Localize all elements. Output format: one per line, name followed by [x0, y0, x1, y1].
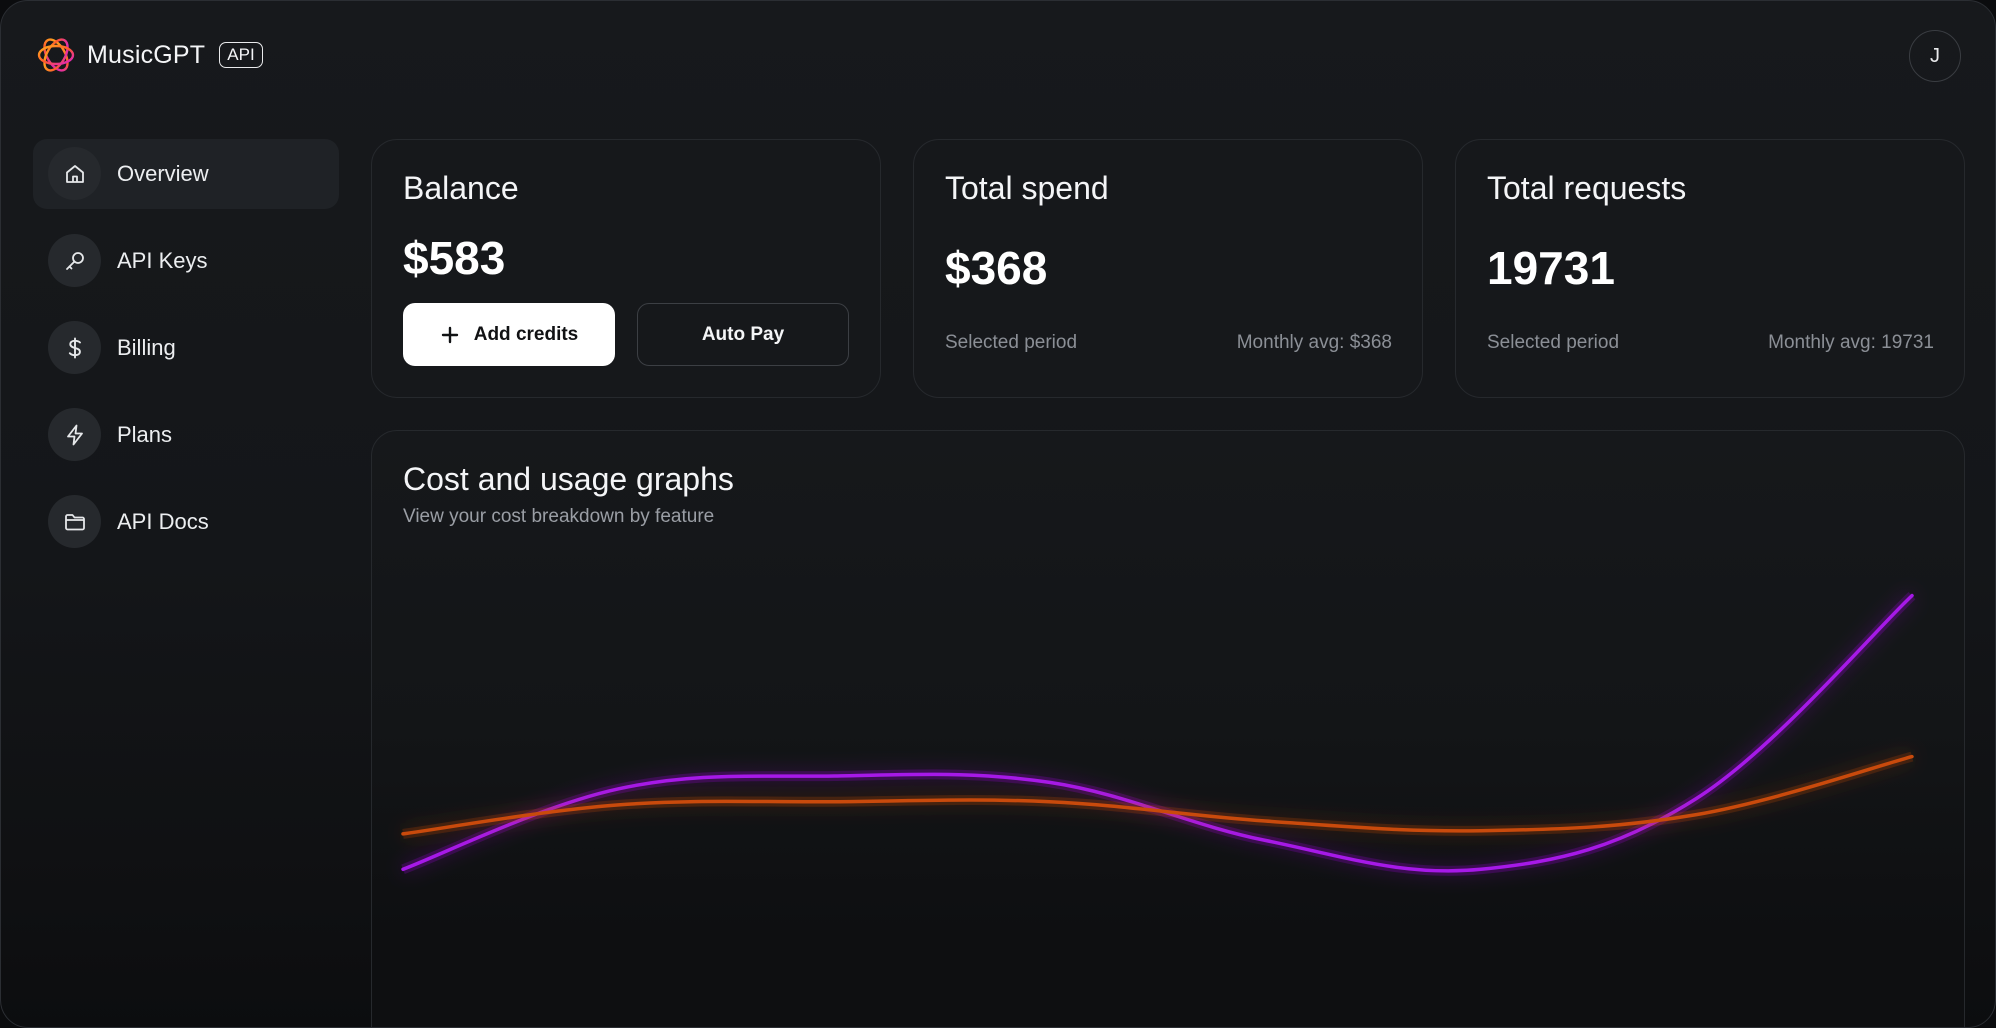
- series-1-line: [401, 593, 1914, 873]
- top-bar: MusicGPT API J: [1, 1, 1995, 107]
- auto-pay-button[interactable]: Auto Pay: [637, 303, 849, 366]
- balance-title: Balance: [403, 170, 519, 206]
- app-window: MusicGPT API J Overview API Keys Billing…: [0, 0, 1996, 1028]
- usage-line-chart: [401, 591, 1916, 876]
- balance-card: Balance $583 Add credits Auto Pay: [371, 139, 881, 398]
- total-spend-card: Total spend $368 Selected period Monthly…: [913, 139, 1423, 398]
- sidebar-item-label: Plans: [117, 422, 173, 447]
- total-spend-title: Total spend: [945, 170, 1109, 206]
- total-requests-value: 19731: [1487, 242, 1615, 294]
- sidebar-item-overview[interactable]: Overview: [33, 139, 339, 209]
- user-avatar[interactable]: J: [1909, 30, 1961, 82]
- spend-monthly-avg: Monthly avg: $368: [1236, 332, 1392, 353]
- sidebar-item-api-keys[interactable]: API Keys: [33, 226, 339, 296]
- musicgpt-logo-icon: [37, 38, 75, 72]
- auto-pay-label: Auto Pay: [701, 323, 785, 345]
- key-icon: [48, 234, 101, 287]
- sidebar-item-label: API Docs: [117, 509, 209, 534]
- requests-period-label: Selected period: [1487, 332, 1620, 353]
- cost-usage-graph-card: Cost and usage graphs View your cost bre…: [371, 430, 1965, 1027]
- sidebar-item-api-docs[interactable]: API Docs: [33, 487, 339, 557]
- balance-value: $583: [403, 232, 506, 284]
- dollar-icon: [48, 321, 101, 374]
- series-2-line: [401, 754, 1914, 836]
- home-icon: [48, 147, 101, 200]
- sidebar-item-label: Billing: [117, 335, 176, 360]
- add-credits-button[interactable]: Add credits: [403, 303, 615, 366]
- total-requests-card: Total requests 19731 Selected period Mon…: [1455, 139, 1965, 398]
- plus-icon: [441, 326, 458, 343]
- spend-period-label: Selected period: [945, 332, 1078, 353]
- requests-monthly-avg: Monthly avg: 19731: [1768, 332, 1934, 353]
- user-initial: J: [1930, 44, 1940, 67]
- api-badge: API: [219, 42, 263, 68]
- total-requests-title: Total requests: [1487, 170, 1687, 206]
- series-2-glow: [402, 751, 1914, 839]
- add-credits-label: Add credits: [473, 323, 579, 345]
- app-name: MusicGPT: [87, 40, 206, 69]
- brand[interactable]: MusicGPT API: [35, 34, 263, 76]
- sidebar-item-label: API Keys: [117, 248, 208, 273]
- total-spend-value: $368: [945, 242, 1048, 294]
- sidebar-item-label: Overview: [117, 161, 209, 186]
- lightning-icon: [48, 408, 101, 461]
- series-1-glow: [401, 591, 1916, 876]
- sidebar: Overview API Keys Billing Plans API Docs: [33, 139, 339, 574]
- folder-icon: [48, 495, 101, 548]
- sidebar-item-plans[interactable]: Plans: [33, 400, 339, 470]
- sidebar-item-billing[interactable]: Billing: [33, 313, 339, 383]
